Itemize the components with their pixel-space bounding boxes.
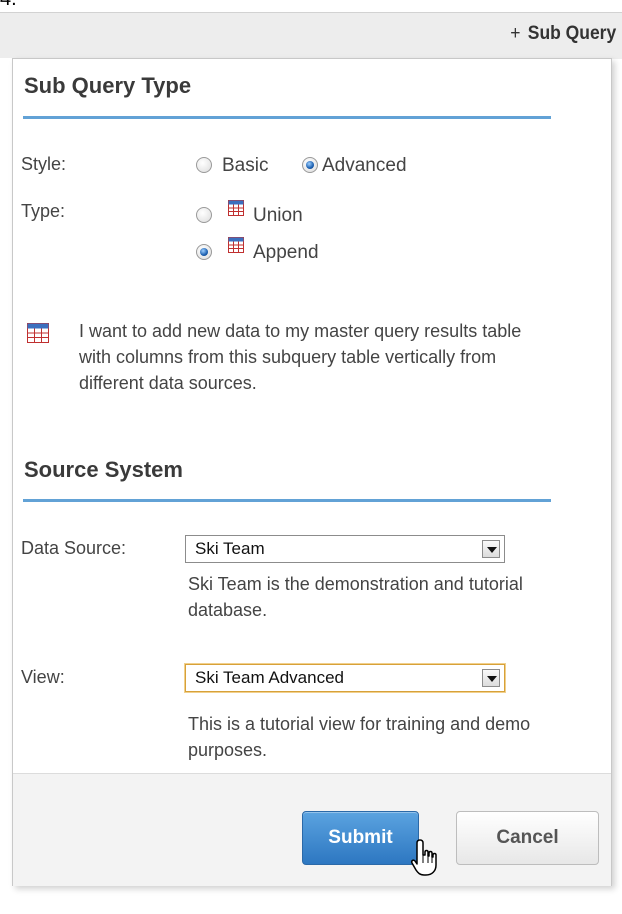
view-description: This is a tutorial view for training and… <box>188 714 531 760</box>
chevron-down-icon[interactable] <box>482 669 500 687</box>
hand-pointer-icon <box>411 839 437 876</box>
add-sub-query-link[interactable]: + Sub Query <box>510 23 616 45</box>
source-system-title: Source System <box>24 457 183 482</box>
add-sub-query-label: Sub Query <box>527 23 616 44</box>
toolbar: + Sub Query <box>0 12 622 59</box>
data-source-select[interactable]: Ski Team <box>185 535 505 563</box>
cancel-button[interactable]: Cancel <box>456 811 599 865</box>
step-number: 4. <box>0 0 17 11</box>
union-table-icon <box>228 200 244 216</box>
chevron-down-icon[interactable] <box>482 540 500 558</box>
style-advanced-radio[interactable] <box>302 157 318 173</box>
append-table-icon <box>228 237 244 253</box>
style-basic-label: Basic <box>222 155 269 176</box>
style-advanced-label: Advanced <box>322 155 407 176</box>
type-help-text: I want to add new data to my master quer… <box>79 321 522 393</box>
view-select[interactable]: Ski Team Advanced <box>185 664 505 692</box>
submit-button[interactable]: Submit <box>302 811 419 865</box>
type-label: Type: <box>21 201 66 221</box>
data-source-label: Data Source: <box>21 538 127 558</box>
append-table-icon <box>27 323 49 343</box>
view-label: View: <box>21 667 65 687</box>
style-label: Style: <box>21 154 67 174</box>
section-divider <box>23 499 551 502</box>
sub-query-panel: Sub Query Type Style: Basic Advanced Typ… <box>12 58 612 886</box>
sub-query-type-title: Sub Query Type <box>24 73 192 98</box>
plus-icon: + <box>510 23 521 44</box>
style-basic-radio[interactable] <box>196 157 212 173</box>
data-source-description: Ski Team is the demonstration and tutori… <box>188 574 523 620</box>
type-union-label: Union <box>253 205 303 226</box>
type-union-radio[interactable] <box>196 207 212 223</box>
type-append-radio[interactable] <box>196 244 212 260</box>
data-source-value: Ski Team <box>195 539 265 558</box>
section-divider <box>23 116 551 119</box>
view-value: Ski Team Advanced <box>195 668 344 687</box>
panel-footer: Submit Cancel <box>13 773 611 886</box>
left-margin <box>0 58 12 914</box>
type-append-label: Append <box>253 242 319 263</box>
